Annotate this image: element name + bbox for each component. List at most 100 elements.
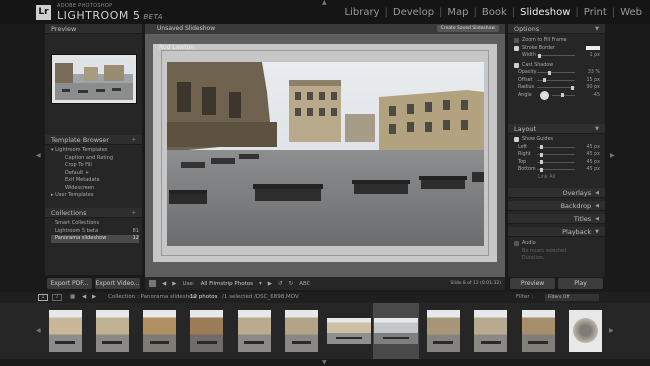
opacity-slider-knob[interactable] <box>548 70 552 75</box>
rotate-right-icon[interactable]: ↻ <box>289 281 294 287</box>
add-template-icon[interactable]: + <box>132 135 136 144</box>
offset-slider[interactable] <box>537 78 575 83</box>
stroke-border-checkbox[interactable] <box>514 45 519 51</box>
guide-bottom-slider[interactable] <box>537 167 575 172</box>
cast-shadow-checkbox[interactable] <box>514 62 519 68</box>
collapse-right-icon[interactable]: ▶ <box>610 152 615 159</box>
filmstrip-scroll-left-icon[interactable]: ◀ <box>36 327 41 334</box>
collapse-top-icon[interactable]: ▲ <box>322 0 327 6</box>
filmstrip-thumbnail[interactable] <box>474 310 508 352</box>
template-item[interactable]: Caption and Rating <box>51 155 139 163</box>
guide-left-row[interactable]: Left 45 px <box>514 144 600 152</box>
angle-dial[interactable] <box>540 90 549 100</box>
collapse-left-icon[interactable]: ◀ <box>36 152 41 159</box>
use-dropdown-icon[interactable]: ▾ <box>259 281 262 287</box>
guide-left-slider[interactable] <box>537 145 575 150</box>
filmstrip-cell[interactable] <box>42 303 88 359</box>
stop-icon[interactable] <box>149 280 156 287</box>
link-all-row[interactable]: Link All <box>514 174 600 182</box>
module-book[interactable]: Book <box>480 7 509 18</box>
stroke-width-row[interactable]: Width 1 px <box>514 52 600 60</box>
zoom-to-fill-checkbox[interactable] <box>514 38 519 44</box>
create-saved-slideshow-button[interactable]: Create Saved Slideshow <box>436 25 499 32</box>
zoom-to-fill-row[interactable]: Zoom to Fill Frame <box>514 37 600 45</box>
filmstrip-cell[interactable] <box>515 303 561 359</box>
template-item[interactable]: Widescreen <box>51 185 139 193</box>
offset-slider-knob[interactable] <box>542 78 546 83</box>
template-item[interactable]: Exif Metadata <box>51 177 139 185</box>
slide-photo[interactable] <box>167 62 484 246</box>
forward-icon[interactable]: ▶ <box>92 292 96 303</box>
module-print[interactable]: Print <box>582 7 609 18</box>
use-select[interactable]: All Filmstrip Photos <box>201 281 253 287</box>
filmstrip-cell[interactable] <box>279 303 325 359</box>
show-guides-row[interactable]: Show Guides <box>514 136 600 144</box>
opacity-slider[interactable] <box>537 70 575 75</box>
guide-right-row[interactable]: Right 45 px <box>514 151 600 159</box>
audio-row[interactable]: Audio <box>514 240 600 248</box>
filmstrip-cell[interactable] <box>89 303 135 359</box>
filmstrip-thumbnail[interactable] <box>521 310 555 352</box>
playback-header[interactable]: Playback ▼ <box>508 227 605 237</box>
module-develop[interactable]: Develop <box>391 7 436 18</box>
filmstrip-thumbnail[interactable] <box>426 310 460 352</box>
module-library[interactable]: Library <box>343 7 382 18</box>
back-icon[interactable]: ◀ <box>82 292 86 303</box>
module-web[interactable]: Web <box>618 7 644 18</box>
module-map[interactable]: Map <box>445 7 470 18</box>
filmstrip-cell[interactable] <box>326 303 372 359</box>
export-video-button[interactable]: Export Video... <box>95 278 140 289</box>
filmstrip-cell[interactable] <box>562 303 608 359</box>
shadow-angle-row[interactable]: Angle -45 <box>514 90 600 100</box>
template-item[interactable]: Crop To Fill <box>51 162 139 170</box>
guide-top-row[interactable]: Top 45 px <box>514 159 600 167</box>
guide-left-knob[interactable] <box>540 145 544 150</box>
play-button[interactable]: Play <box>558 278 603 289</box>
show-guides-checkbox[interactable] <box>514 137 519 143</box>
play-preview-icon[interactable]: ▶ <box>268 281 272 287</box>
options-header[interactable]: Options ▼ <box>508 24 605 34</box>
guide-bottom-row[interactable]: Bottom 45 px <box>514 166 600 174</box>
guide-right-slider[interactable] <box>537 152 575 157</box>
grid-view-icon[interactable]: ▦ <box>70 292 75 303</box>
export-pdf-button[interactable]: Export PDF... <box>47 278 92 289</box>
add-text-button[interactable]: ABC <box>299 281 310 287</box>
template-browser-header[interactable]: Template Browser + <box>45 135 142 145</box>
filmstrip-cell[interactable] <box>137 303 183 359</box>
width-slider-knob[interactable] <box>537 53 541 58</box>
cast-shadow-row[interactable]: Cast Shadow <box>514 62 600 70</box>
filmstrip-thumbnail[interactable] <box>190 310 224 352</box>
source-path[interactable]: Collection : Panorama slideshow <box>108 292 197 303</box>
filmstrip-cell[interactable] <box>184 303 230 359</box>
primary-monitor-button[interactable]: 1 <box>38 294 48 301</box>
guide-right-knob[interactable] <box>540 152 544 157</box>
templates-group[interactable]: ▾ Lightroom Templates <box>51 147 139 155</box>
filmstrip-cell[interactable] <box>468 303 514 359</box>
stroke-border-row[interactable]: Stroke Border <box>514 45 600 53</box>
filmstrip-thumbnail[interactable] <box>374 318 419 344</box>
radius-slider-knob[interactable] <box>571 85 575 90</box>
filmstrip-cell[interactable] <box>420 303 466 359</box>
filmstrip-thumbnail[interactable] <box>143 310 177 352</box>
stroke-color-swatch[interactable] <box>586 46 600 51</box>
collection-item[interactable]: Smart Collections <box>51 220 139 228</box>
shadow-radius-row[interactable]: Radius 90 px <box>514 84 600 92</box>
collection-item-selected[interactable]: Panorama slideshow 12 <box>51 235 139 243</box>
guide-top-slider[interactable] <box>537 160 575 165</box>
filmstrip-scroll-right-icon[interactable]: ▶ <box>609 327 614 334</box>
collection-item[interactable]: Lightroom 5 beta 81 <box>51 228 139 236</box>
shadow-offset-row[interactable]: Offset 15 px <box>514 77 600 85</box>
guide-bottom-knob[interactable] <box>540 167 544 172</box>
filmstrip-thumbnail[interactable] <box>95 310 129 352</box>
identity-plate[interactable]: Rod Lawton <box>159 44 194 51</box>
angle-slider[interactable] <box>552 93 575 98</box>
preview-button[interactable]: Preview <box>510 278 555 289</box>
radius-slider[interactable] <box>537 85 575 90</box>
width-slider[interactable] <box>537 53 575 58</box>
overlays-header[interactable]: Overlays ◀ <box>508 188 605 198</box>
add-collection-icon[interactable]: + <box>132 208 136 217</box>
module-slideshow[interactable]: Slideshow <box>518 7 572 18</box>
guide-top-knob[interactable] <box>540 160 544 165</box>
secondary-monitor-button[interactable]: 2 <box>52 294 62 301</box>
previous-slide-icon[interactable]: ◀ <box>162 281 166 287</box>
